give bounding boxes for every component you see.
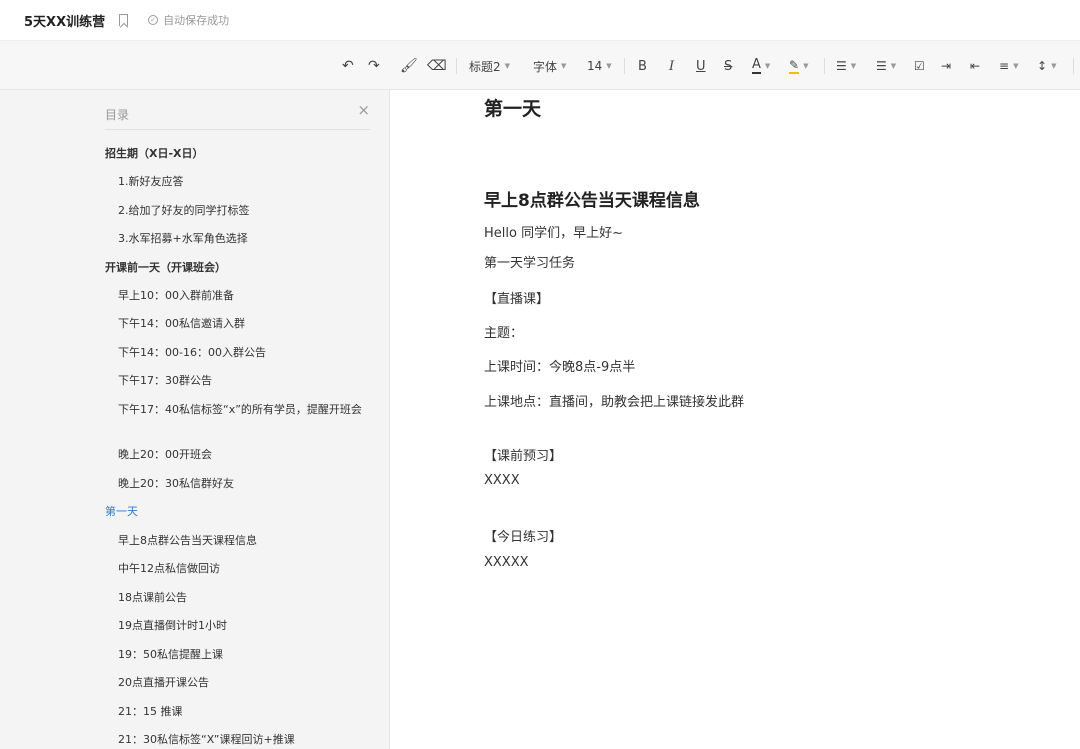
ordered-list-icon[interactable]: ☰ ▼ (836, 56, 856, 76)
top-bar: 5天XX训练营 ✓ 自动保存成功 (0, 0, 1080, 40)
paragraph: 主题： (484, 326, 524, 341)
highlighter-icon: ✎ (789, 58, 800, 74)
font-size-label: 14 (587, 59, 603, 73)
toc-item[interactable]: 21：15 推课 (118, 704, 368, 719)
chevron-down-icon: ▼ (561, 62, 567, 70)
toc-item[interactable]: 开课前一天（开课班会） (105, 260, 355, 275)
highlight-button[interactable]: ✎ ▼ (789, 56, 808, 76)
toolbar-divider (456, 58, 457, 74)
save-status: ✓ 自动保存成功 (148, 12, 229, 28)
indent-icon[interactable]: ⇥ (941, 56, 951, 76)
heading-select[interactable]: 标题2 ▼ (469, 56, 510, 76)
toc-sidebar: 目录 × 招生期（X日-X日） 1.新好友应答 2.给加了好友的同学打标签 3.… (0, 90, 390, 749)
chevron-down-icon: ▼ (850, 62, 857, 70)
toc-item[interactable]: 下午14：00私信邀请入群 (118, 316, 368, 331)
line-height-icon[interactable]: ↕ ▼ (1037, 56, 1056, 76)
toc-item-active[interactable]: 第一天 (105, 504, 355, 519)
toc-item[interactable]: 19点直播倒计时1小时 (118, 618, 368, 633)
bookmark-icon[interactable] (119, 14, 129, 26)
paragraph: 【直播课】 (484, 292, 550, 307)
toc-header: 目录 × (105, 101, 370, 130)
toolbar-divider (1073, 58, 1074, 74)
document-body[interactable]: 第一天 早上8点群公告当天课程信息 Hello 同学们，早上好~ 第一天学习任务… (390, 90, 1080, 749)
toc-item[interactable]: 晚上20：30私信群好友 (118, 476, 368, 491)
toc-item[interactable]: 下午14：00-16：00入群公告 (118, 345, 368, 360)
toc-title: 目录 (105, 108, 130, 122)
editor-toolbar: ↶ ↷ 🖌 ⌫ 标题2 ▼ 字体 ▼ 14 ▼ B I U S A ▼ ✎ ▼ ☰ ▼ ☰ ▼… (0, 40, 1080, 90)
save-status-text: 自动保存成功 (163, 14, 230, 27)
outdent-icon[interactable]: ⇤ (970, 56, 980, 76)
chevron-down-icon: ▼ (1013, 62, 1019, 70)
paragraph: XXXX (484, 473, 520, 488)
toc-item[interactable]: 19：50私信提醒上课 (118, 647, 368, 662)
chevron-down-icon: ▼ (606, 62, 612, 70)
underline-button[interactable]: U (696, 56, 706, 76)
font-size-select[interactable]: 14 ▼ (587, 56, 612, 76)
toc-item[interactable]: 21：30私信标签“X”课程回访+推课 (118, 732, 368, 747)
toolbar-divider (624, 58, 625, 74)
font-select[interactable]: 字体 ▼ (533, 56, 566, 76)
toc-item[interactable]: 1.新好友应答 (118, 174, 368, 189)
paragraph: 【今日练习】 (484, 530, 563, 545)
bold-button[interactable]: B (638, 56, 647, 76)
strikethrough-button[interactable]: S (724, 56, 732, 76)
toc-item[interactable]: 3.水军招募+水军角色选择 (118, 231, 368, 246)
checklist-icon[interactable]: ☑ (914, 56, 925, 76)
font-color-button[interactable]: A ▼ (752, 56, 770, 76)
toc-item[interactable]: 早上10：00入群前准备 (118, 288, 368, 303)
clear-format-icon[interactable]: ⌫ (427, 56, 447, 76)
bullet-list-icon[interactable]: ☰ ▼ (876, 56, 896, 76)
format-painter-icon[interactable]: 🖌 (400, 56, 418, 76)
toc-item[interactable]: 晚上20：00开班会 (118, 447, 368, 462)
paragraph: 上课地点：直播间，助教会把上课链接发此群 (484, 395, 745, 410)
italic-button[interactable]: I (669, 56, 674, 76)
paragraph: Hello 同学们，早上好~ (484, 226, 623, 241)
font-color-label: A (752, 57, 761, 74)
font-select-label: 字体 (533, 59, 558, 74)
paragraph: 第一天学习任务 (484, 256, 576, 271)
toc-item[interactable]: 2.给加了好友的同学打标签 (118, 203, 368, 218)
check-circle-icon: ✓ (148, 15, 159, 25)
chevron-down-icon: ▼ (764, 62, 771, 70)
close-icon[interactable]: × (357, 101, 370, 119)
toc-item[interactable]: 20点直播开课公告 (118, 675, 368, 690)
toc-item[interactable]: 招生期（X日-X日） (105, 146, 355, 161)
chevron-down-icon: ▼ (890, 62, 897, 70)
undo-icon[interactable]: ↶ (342, 56, 354, 76)
paragraph: 【课前预习】 (484, 449, 563, 464)
paragraph: 上课时间：今晚8点-9点半 (484, 360, 636, 375)
redo-icon[interactable]: ↷ (368, 56, 380, 76)
heading-1: 第一天 (484, 98, 542, 120)
chevron-down-icon: ▼ (1051, 62, 1057, 70)
toc-item[interactable]: 早上8点群公告当天课程信息 (118, 533, 368, 548)
chevron-down-icon: ▼ (504, 62, 511, 70)
toc-item[interactable]: 下午17：40私信标签“x”的所有学员，提醒开班会 (118, 402, 366, 417)
align-icon[interactable]: ≡ ▼ (999, 56, 1018, 76)
paragraph: XXXXX (484, 555, 529, 570)
toc-item[interactable]: 18点课前公告 (118, 590, 368, 605)
chevron-down-icon: ▼ (803, 62, 809, 70)
toolbar-divider (824, 58, 825, 74)
doc-title[interactable]: 5天XX训练营 (24, 11, 105, 30)
toc-item[interactable]: 中午12点私信做回访 (118, 561, 368, 576)
heading-2: 早上8点群公告当天课程信息 (484, 191, 700, 211)
toc-item[interactable]: 下午17：30群公告 (118, 373, 368, 388)
heading-select-label: 标题2 (469, 59, 501, 74)
